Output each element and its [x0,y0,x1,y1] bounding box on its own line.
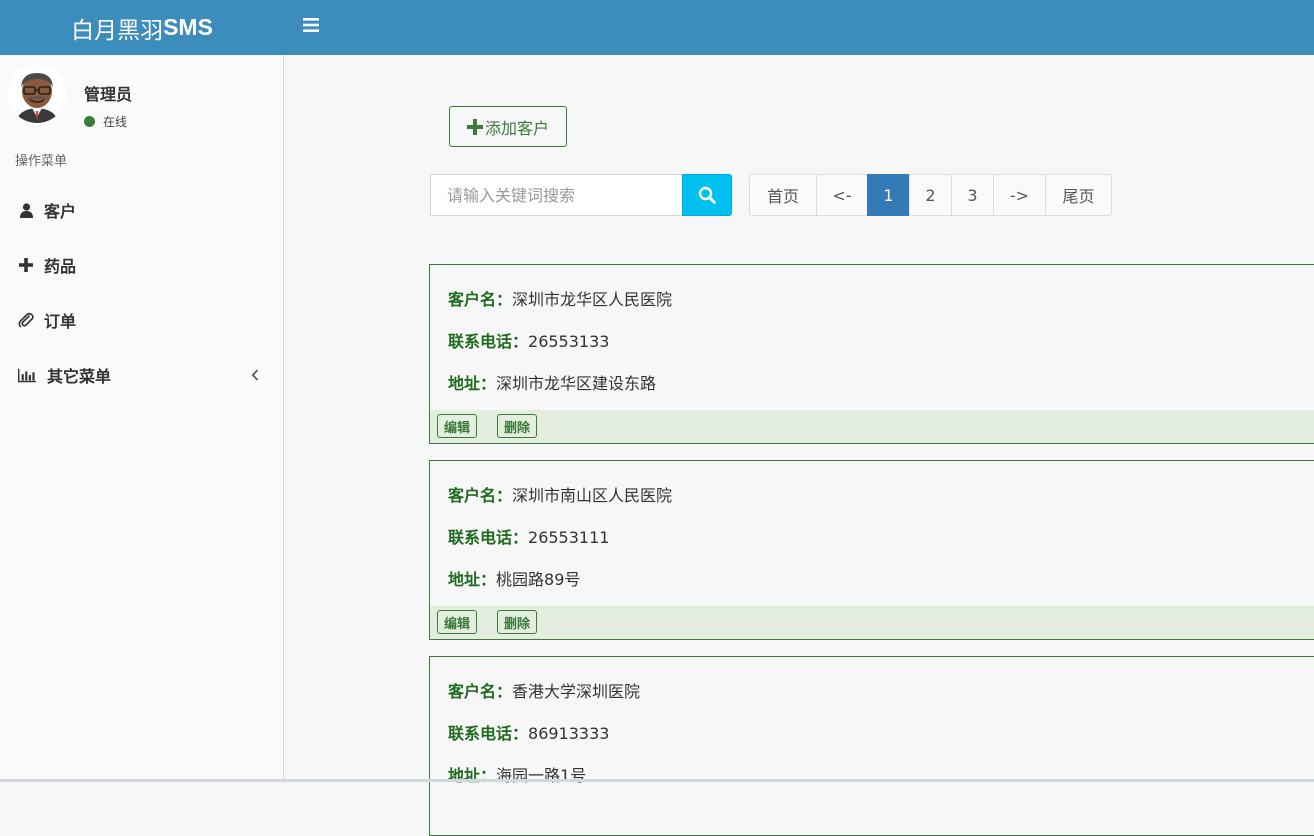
sidebar-item-label: 客户 [44,202,77,221]
sidebar-item-label: 订单 [44,312,77,331]
page-2-button[interactable]: 2 [909,174,952,216]
page-first-button[interactable]: 首页 [749,174,817,216]
customer-name-value: 香港大学深圳医院 [512,682,641,701]
search-icon [698,186,716,204]
sidebar-toggle-button[interactable] [296,10,326,40]
page-next-button[interactable]: -> [993,174,1046,216]
card-footer: 编辑 删除 [430,410,1314,443]
field-label: 联系电话： [448,332,529,351]
hamburger-icon [303,18,319,32]
menu-header: 操作菜单 [15,154,68,169]
search-button[interactable] [682,174,732,216]
customer-phone-field: 联系电话：86913333 [448,720,609,744]
add-customer-button[interactable]: 添加客户 [449,106,567,147]
sidebar-item-label: 药品 [44,257,77,276]
customer-phone-value: 26553111 [528,528,610,547]
customer-address-field: 地址：深圳市龙华区建设东路 [448,370,656,394]
customer-phone-field: 联系电话：26553111 [448,524,609,548]
online-status-dot-icon [84,116,95,127]
field-label: 联系电话： [448,724,529,743]
user-icon [17,202,35,218]
customer-phone-field: 联系电话：26553133 [448,328,609,352]
field-label: 客户名： [448,682,513,701]
sidebar: 管理员 在线 操作菜单 客户 药品 订单 其它菜单 [0,55,284,782]
top-navbar: 白月黑羽 SMS [0,0,1314,55]
field-label: 客户名： [448,290,513,309]
plus-icon [466,118,483,135]
brand-prefix: 白月黑羽 [71,17,164,44]
delete-button[interactable]: 删除 [497,610,538,634]
delete-button[interactable]: 删除 [497,414,538,438]
add-customer-label: 添加客户 [484,118,549,138]
plus-icon [17,258,35,272]
sidebar-item-label: 其它菜单 [47,367,112,386]
sidebar-item-customers[interactable]: 客户 [0,190,283,230]
bar-chart-icon [18,368,36,383]
avatar [8,65,66,123]
field-label: 地址： [448,570,497,589]
customer-address-value: 桃园路89号 [496,570,581,589]
brand-suffix: SMS [163,14,213,40]
customer-card: 客户名：深圳市南山区人民医院 联系电话：26553111 地址：桃园路89号 编… [429,460,1314,640]
chevron-left-icon [251,367,259,386]
customer-phone-value: 26553133 [528,332,610,351]
user-status: 在线 [84,113,127,130]
page-last-button[interactable]: 尾页 [1045,174,1112,216]
customer-card: 客户名：香港大学深圳医院 联系电话：86913333 地址：海园一路1号 [429,656,1314,836]
edit-button[interactable]: 编辑 [437,414,478,438]
customer-name-value: 深圳市龙华区人民医院 [512,290,673,309]
card-footer: 编辑 删除 [430,606,1314,639]
avatar-image [8,65,66,123]
customer-address-value: 海园一路1号 [496,766,587,785]
user-panel: 管理员 在线 [8,65,278,129]
customer-card: 客户名：深圳市龙华区人民医院 联系电话：26553133 地址：深圳市龙华区建设… [429,264,1314,444]
page-prev-button[interactable]: <- [816,174,868,216]
sidebar-item-other-menu[interactable]: 其它菜单 [0,355,283,395]
customer-address-field: 地址：海园一路1号 [448,762,586,786]
customer-address-field: 地址：桃园路89号 [448,566,580,590]
customer-phone-value: 86913333 [528,724,610,743]
sidebar-item-orders[interactable]: 订单 [0,300,283,340]
edit-button[interactable]: 编辑 [437,610,478,634]
brand-logo[interactable]: 白月黑羽 SMS [0,0,284,55]
sidebar-item-medicines[interactable]: 药品 [0,245,283,285]
customer-name-value: 深圳市南山区人民医院 [512,486,673,505]
field-label: 联系电话： [448,528,529,547]
pagination: 首页 <- 1 2 3 -> 尾页 [749,174,1112,216]
paperclip-icon [17,312,35,328]
customer-name-field: 客户名：深圳市龙华区人民医院 [448,286,672,310]
page-1-button[interactable]: 1 [867,174,910,216]
customer-address-value: 深圳市龙华区建设东路 [496,374,657,393]
field-label: 地址： [448,374,497,393]
field-label: 客户名： [448,486,513,505]
search-input[interactable] [430,174,683,216]
field-label: 地址： [448,766,497,785]
page-3-button[interactable]: 3 [951,174,994,216]
customer-name-field: 客户名：香港大学深圳医院 [448,678,640,702]
customer-name-field: 客户名：深圳市南山区人民医院 [448,482,672,506]
user-name: 管理员 [84,85,133,104]
user-status-label: 在线 [103,115,128,129]
